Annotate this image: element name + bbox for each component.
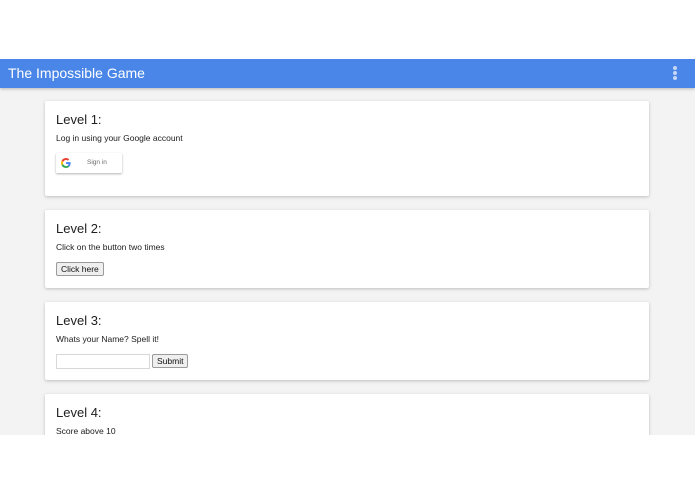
google-logo-icon [61, 158, 71, 168]
more-vert-icon[interactable] [669, 66, 681, 81]
google-sign-in-button[interactable]: Sign in [56, 153, 122, 173]
level-3-title: Level 3: [56, 313, 102, 328]
submit-button[interactable]: Submit [152, 354, 189, 368]
levels-list[interactable]: Level 1: Log in using your Google accoun… [0, 88, 695, 435]
google-sign-in-label: Sign in [87, 159, 107, 166]
level-4-title: Level 4: [56, 405, 102, 420]
name-input[interactable] [56, 354, 150, 369]
click-here-button[interactable]: Click here [56, 262, 104, 276]
app-bar: The Impossible Game [0, 59, 695, 88]
level-4-card: Level 4: Score above 10 [45, 394, 649, 435]
level-1-title: Level 1: [56, 112, 102, 127]
level-2-instruction: Click on the button two times [56, 242, 165, 252]
level-1-card: Level 1: Log in using your Google accoun… [45, 101, 649, 196]
level-2-title: Level 2: [56, 221, 102, 236]
app-title: The Impossible Game [8, 65, 145, 81]
level-1-instruction: Log in using your Google account [56, 133, 183, 143]
level-3-card: Level 3: Whats your Name? Spell it! Subm… [45, 302, 649, 380]
app-frame: The Impossible Game Level 1: Log in usin… [0, 59, 695, 435]
level-3-instruction: Whats your Name? Spell it! [56, 334, 159, 344]
level-2-card: Level 2: Click on the button two times C… [45, 210, 649, 288]
level-4-instruction: Score above 10 [56, 426, 116, 435]
